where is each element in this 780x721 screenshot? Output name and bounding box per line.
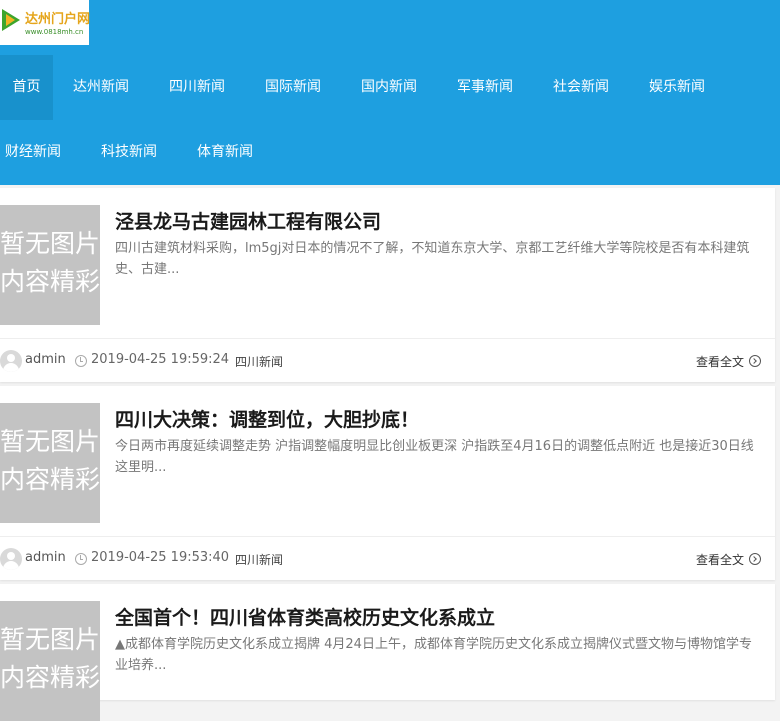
article-card: 暂无图片 内容精彩 泾县龙马古建园林工程有限公司 四川古建筑材料采购，lm5gj… bbox=[0, 188, 775, 382]
nav-item-home[interactable]: 首页 bbox=[0, 55, 53, 120]
nav-item-entertainment-news[interactable]: 娱乐新闻 bbox=[636, 55, 718, 120]
nav-item-tech-news[interactable]: 科技新闻 bbox=[88, 120, 170, 185]
divider bbox=[0, 338, 775, 339]
nav-item-dazhou-news[interactable]: 达州新闻 bbox=[60, 55, 142, 120]
play-logo-inner-icon bbox=[6, 14, 15, 26]
logo-url: www.0818mh.cn bbox=[25, 28, 84, 36]
thumbnail-placeholder-line2: 内容精彩 bbox=[0, 663, 101, 692]
thumbnail-placeholder-line1: 暂无图片 bbox=[0, 229, 101, 258]
article-excerpt: 四川古建筑材料采购，lm5gj对日本的情况不了解，不知道东京大学、京都工艺纤维大… bbox=[115, 241, 750, 277]
arrow-right-circle-icon[interactable] bbox=[749, 553, 761, 565]
thumbnail-placeholder-line1: 暂无图片 bbox=[0, 625, 101, 654]
article-thumbnail[interactable]: 暂无图片 内容精彩 bbox=[0, 601, 100, 721]
article-excerpt: ▲成都体育学院历史文化系成立揭牌 4月24日上午，成都体育学院历史文化系成立揭牌… bbox=[115, 637, 752, 673]
clock-icon bbox=[75, 355, 87, 367]
article-excerpt: 今日两市再度延续调整走势 沪指调整幅度明显比创业板更深 沪指跌至4月16日的调整… bbox=[115, 439, 754, 475]
site-logo[interactable]: 达州门户网 www.0818mh.cn bbox=[0, 0, 91, 45]
article-category[interactable]: 四川新闻 bbox=[235, 353, 283, 370]
divider bbox=[0, 536, 775, 537]
article-title[interactable]: 四川大决策：调整到位，大胆抄底！ bbox=[115, 405, 419, 432]
article-thumbnail[interactable]: 暂无图片 内容精彩 bbox=[0, 205, 100, 325]
article-author[interactable]: admin bbox=[25, 550, 66, 565]
nav-item-sports-news[interactable]: 体育新闻 bbox=[184, 120, 266, 185]
article-author[interactable]: admin bbox=[25, 352, 66, 367]
arrow-right-circle-icon[interactable] bbox=[749, 355, 761, 367]
logo-text: 达州门户网 bbox=[25, 12, 91, 27]
clock-icon bbox=[75, 553, 87, 565]
article-title[interactable]: 全国首个！四川省体育类高校历史文化系成立 bbox=[115, 603, 495, 630]
site-header: 达州门户网 www.0818mh.cn 首页 达州新闻 四川新闻 国际新闻 国内… bbox=[0, 0, 780, 185]
nav-item-military-news[interactable]: 军事新闻 bbox=[444, 55, 526, 120]
read-more-link[interactable]: 查看全文 bbox=[696, 551, 744, 568]
thumbnail-placeholder-line2: 内容精彩 bbox=[0, 465, 101, 494]
thumbnail-placeholder-line1: 暂无图片 bbox=[0, 427, 101, 456]
article-thumbnail[interactable]: 暂无图片 内容精彩 bbox=[0, 403, 100, 523]
avatar bbox=[0, 548, 22, 570]
article-date: 2019-04-25 19:53:40 bbox=[91, 550, 230, 565]
read-more-link[interactable]: 查看全文 bbox=[696, 353, 744, 370]
article-card: 暂无图片 内容精彩 全国首个！四川省体育类高校历史文化系成立 ▲成都体育学院历史… bbox=[0, 584, 775, 721]
article-date: 2019-04-25 19:59:24 bbox=[91, 352, 230, 367]
nav-item-domestic-news[interactable]: 国内新闻 bbox=[348, 55, 430, 120]
nav-item-sichuan-news[interactable]: 四川新闻 bbox=[156, 55, 238, 120]
avatar bbox=[0, 350, 22, 372]
article-card: 暂无图片 内容精彩 四川大决策：调整到位，大胆抄底！ 今日两市再度延续调整走势 … bbox=[0, 386, 775, 580]
article-category[interactable]: 四川新闻 bbox=[235, 551, 283, 568]
nav-item-finance-news[interactable]: 财经新闻 bbox=[0, 120, 66, 185]
nav-item-society-news[interactable]: 社会新闻 bbox=[540, 55, 622, 120]
nav-item-international-news[interactable]: 国际新闻 bbox=[252, 55, 334, 120]
thumbnail-placeholder-line2: 内容精彩 bbox=[0, 267, 101, 296]
article-title[interactable]: 泾县龙马古建园林工程有限公司 bbox=[115, 207, 381, 234]
